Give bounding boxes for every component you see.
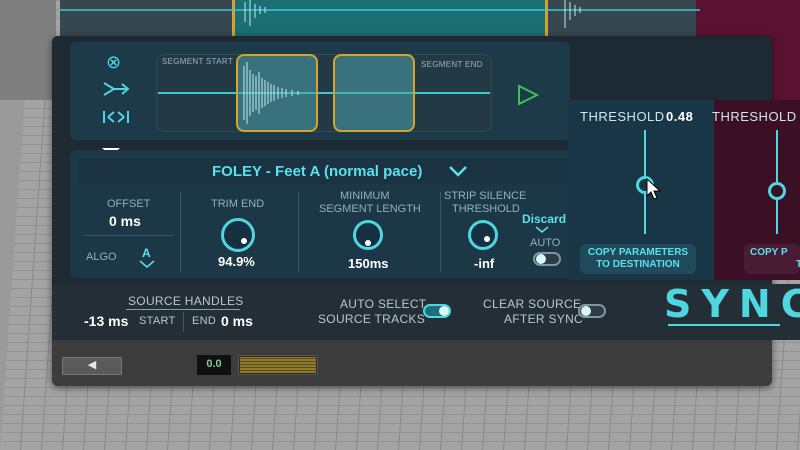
algo-chevron-icon[interactable] <box>138 259 156 269</box>
copy-parameters-button[interactable]: COPY PARAMETERS TO DESTINATION <box>580 244 696 274</box>
plugin-footer <box>52 340 772 386</box>
clear-source-label-1: CLEAR SOURCE <box>483 297 582 311</box>
segment-end-label: SEGMENT END <box>421 60 483 69</box>
discard-option[interactable]: Discard <box>522 212 566 226</box>
min-segment-value: 150ms <box>348 256 389 271</box>
offset-label: OFFSET <box>107 198 151 210</box>
source-handles-label: SOURCE HANDLES <box>128 294 244 308</box>
min-segment-label-1: MINIMUM <box>340 190 390 202</box>
copy-button-line-2: TO <box>796 259 800 270</box>
start-label: START <box>139 315 176 327</box>
copy-button-line-1: COPY P <box>750 247 788 258</box>
segment-start-label: SEGMENT START <box>162 57 234 66</box>
divider <box>298 192 299 272</box>
trim-end-knob[interactable] <box>221 218 255 252</box>
trim-end-value: 94.9% <box>218 254 255 269</box>
toggle-knob <box>439 306 449 316</box>
trim-end-label: TRIM END <box>211 198 265 210</box>
preset-name: FOLEY - Feet A (normal pace) <box>212 163 423 180</box>
level-meter-fill <box>240 357 316 373</box>
auto-select-label-2: SOURCE TRACKS <box>318 312 426 326</box>
segment-end-region[interactable] <box>333 54 415 132</box>
min-segment-knob-indicator <box>365 240 371 246</box>
threshold-label: THRESHOLD <box>580 109 665 124</box>
end-handle-value[interactable]: 0 ms <box>221 313 253 329</box>
end-label: END <box>192 315 217 327</box>
merge-arrow-icon[interactable] <box>102 80 130 98</box>
clear-source-toggle[interactable] <box>578 304 606 318</box>
start-handle-value[interactable]: -13 ms <box>84 313 128 329</box>
strip-silence-label-2: THRESHOLD <box>452 203 520 215</box>
algo-label: ALGO <box>86 251 117 263</box>
auto-label: AUTO <box>530 237 561 249</box>
toggle-knob <box>581 306 591 316</box>
threshold-slider-handle-secondary[interactable] <box>768 182 786 200</box>
threshold-label-secondary: THRESHOLD <box>712 109 797 124</box>
strip-silence-knob[interactable] <box>468 220 498 250</box>
mouse-cursor-icon <box>646 178 662 200</box>
split-icon[interactable] <box>102 108 130 126</box>
divider <box>183 312 184 332</box>
copy-button-line-1: COPY PARAMETERS <box>587 247 689 258</box>
discard-chevron-icon[interactable] <box>534 225 550 234</box>
copy-button-line-2: TO DESTINATION <box>596 259 680 270</box>
offset-divider <box>84 235 174 236</box>
segment-waveform-baseline <box>158 92 490 94</box>
close-circle-icon[interactable]: ⊗ <box>106 52 121 73</box>
logo-underline <box>668 324 780 326</box>
strip-silence-value: -inf <box>474 256 495 271</box>
sync-logo: SYNC <box>664 282 800 326</box>
divider <box>440 192 441 272</box>
speaker-icon: ◀ <box>87 359 97 371</box>
auto-select-toggle[interactable] <box>423 304 451 318</box>
threshold-value: 0.48 <box>666 109 694 124</box>
clear-source-label-2: AFTER SYNC <box>504 312 584 326</box>
meter-value: 0.0 <box>197 355 231 375</box>
copy-parameters-button-secondary[interactable]: COPY P TO <box>744 244 800 274</box>
source-handles-underline <box>126 309 240 310</box>
speaker-button[interactable]: ◀ <box>62 357 122 375</box>
segment-start-waveform <box>243 62 299 124</box>
divider <box>180 192 181 272</box>
left-panel <box>0 0 56 100</box>
trim-end-knob-indicator <box>241 238 247 244</box>
min-segment-label-2: SEGMENT LENGTH <box>319 203 421 215</box>
toggle-knob <box>536 254 546 264</box>
strip-silence-label-1: STRIP SILENCE <box>444 190 527 202</box>
auto-toggle[interactable] <box>533 252 561 266</box>
play-icon[interactable] <box>516 84 540 106</box>
algo-value[interactable]: A <box>142 246 151 260</box>
offset-value[interactable]: 0 ms <box>109 213 141 229</box>
strip-silence-knob-indicator <box>484 236 490 242</box>
chevron-down-icon[interactable] <box>448 164 468 178</box>
auto-select-label-1: AUTO SELECT <box>340 297 427 311</box>
